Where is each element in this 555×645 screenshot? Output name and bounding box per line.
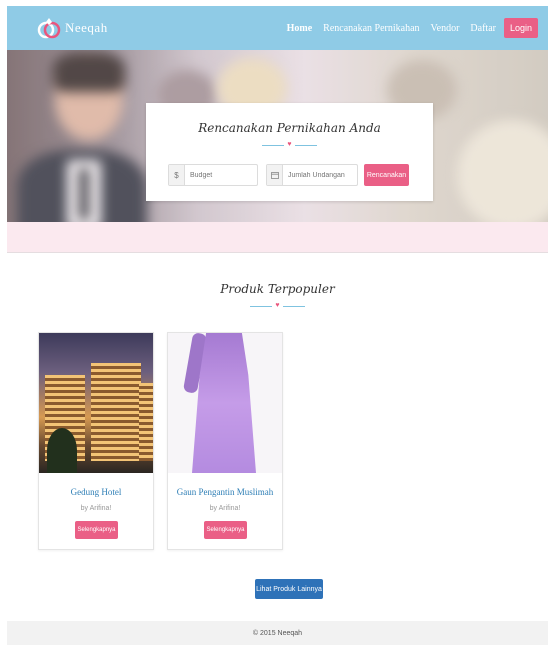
hero-photo-groom-head [55, 60, 123, 140]
detail-button[interactable]: Selengkapnya [75, 521, 118, 539]
product-name[interactable]: Gaun Pengantin Muslimah [168, 487, 282, 497]
more-products-button[interactable]: Lihat Produk Lainnya [255, 579, 323, 599]
footer-copyright: © 2015 Neeqah [252, 629, 303, 637]
nav-home[interactable]: Home [287, 23, 313, 34]
heart-divider: ♥ [146, 141, 433, 149]
hero-photo-groom-shirt [67, 160, 101, 222]
budget-field: $ [168, 164, 258, 186]
detail-button[interactable]: Selengkapnya [204, 521, 247, 539]
hero-photo-flowers [457, 120, 548, 222]
budget-input[interactable] [185, 165, 257, 185]
product-card[interactable]: Gaun Pengantin Muslimah by Arifina! Sele… [167, 332, 283, 550]
brand-name: Neeqah [65, 20, 108, 35]
nav-vendor[interactable]: Vendor [431, 23, 460, 34]
product-card[interactable]: Gedung Hotel by Arifina! Selengkapnya [38, 332, 154, 550]
rings-logo-icon [37, 18, 61, 39]
guest-count-field [266, 164, 358, 186]
dollar-addon: $ [169, 165, 185, 185]
heart-icon: ♥ [287, 141, 292, 148]
hero-bottom-strip [7, 222, 548, 253]
hero-photo-groom-hair [53, 52, 125, 92]
product-vendor: by Arifina! [80, 505, 112, 512]
plan-title: Rencanakan Pernikahan Anda [198, 121, 381, 135]
heart-divider: ♥ [0, 302, 555, 310]
product-vendor: by Arifina! [209, 505, 241, 512]
nav-rencanakan-pernikahan[interactable]: Rencanakan Pernikahan [323, 23, 419, 34]
nav-daftar[interactable]: Daftar [470, 23, 496, 34]
hero-photo-groom-suit [17, 150, 147, 222]
popular-section-title: Produk Terpopuler [220, 282, 335, 296]
plan-wedding-card: Rencanakan Pernikahan Anda ♥ $ Rencanaka… [146, 103, 433, 201]
guest-count-input[interactable] [283, 165, 357, 185]
brand[interactable]: Neeqah [37, 16, 108, 40]
navbar: Neeqah Home Rencanakan Pernikahan Vendor… [7, 6, 548, 50]
calendar-icon [267, 165, 283, 185]
heart-icon: ♥ [275, 302, 280, 309]
plan-submit-button[interactable]: Rencanakan [364, 164, 409, 186]
footer: © 2015 Neeqah [7, 621, 548, 645]
product-image-hotel[interactable] [39, 333, 153, 473]
product-name[interactable]: Gedung Hotel [39, 487, 153, 497]
login-button[interactable]: Login [503, 18, 538, 38]
hero-photo-groom-tie [79, 168, 89, 220]
nav-links: Home Rencanakan Pernikahan Vendor Daftar… [287, 18, 538, 38]
product-image-dress[interactable] [168, 333, 282, 473]
